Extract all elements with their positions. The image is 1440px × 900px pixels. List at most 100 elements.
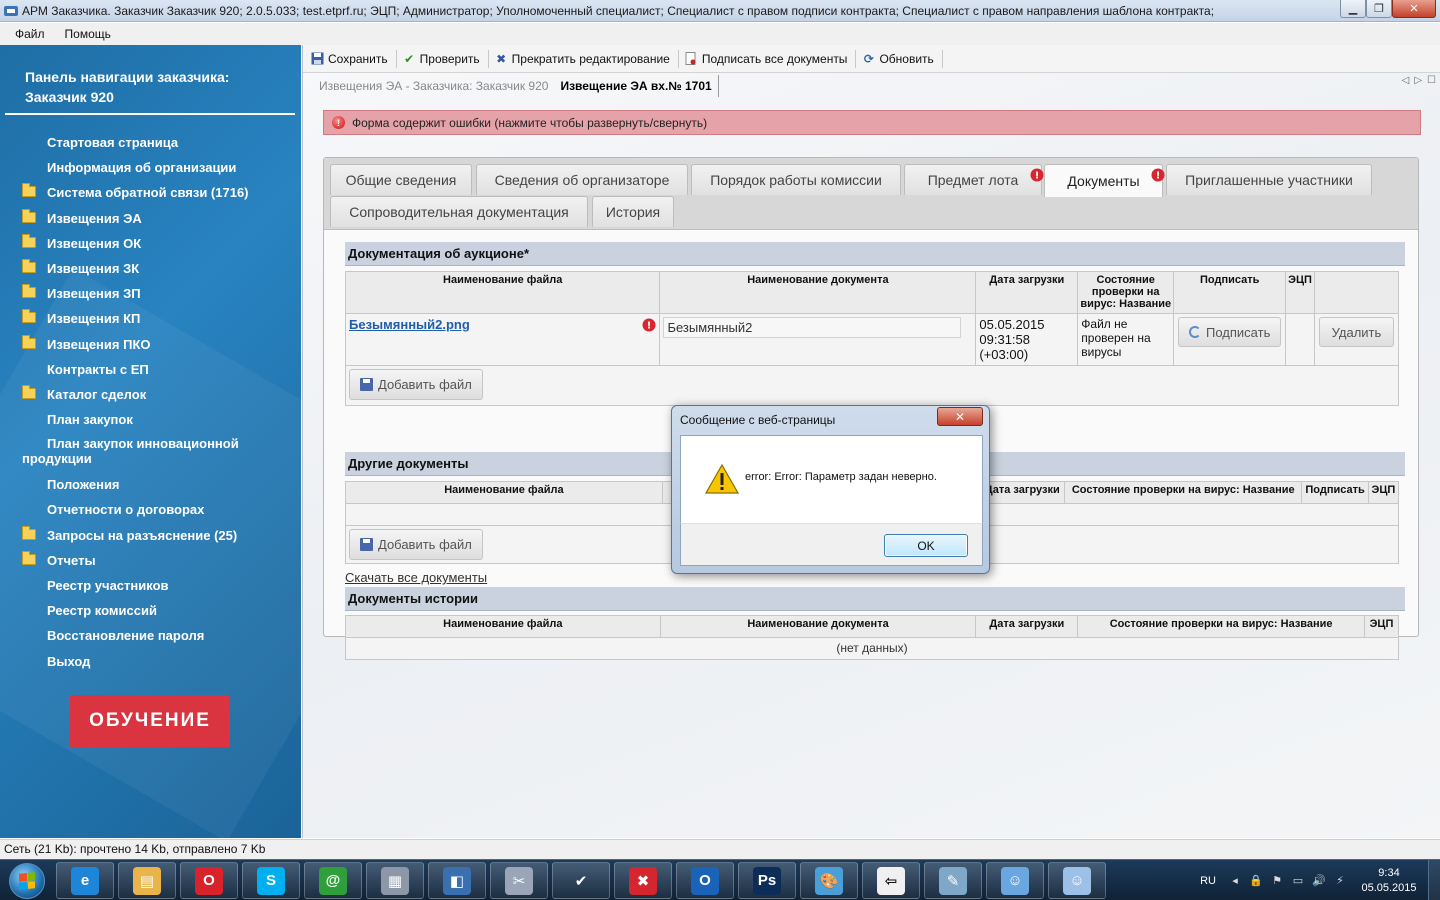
- nav-item[interactable]: Извещения ЭА: [0, 208, 301, 233]
- nav-item[interactable]: Положения: [0, 474, 301, 499]
- stop-edit-button[interactable]: ✖ Прекратить редактирование: [495, 49, 679, 68]
- nav-item[interactable]: Выход: [0, 651, 301, 676]
- tab-accompanying[interactable]: Сопроводительная документация: [330, 196, 588, 227]
- tab-general-label: Общие сведения: [345, 172, 457, 188]
- maximize-icon[interactable]: ❐: [1366, 0, 1392, 18]
- tab-scroll-left-icon[interactable]: ◁: [1402, 75, 1410, 86]
- taskbar-app-button[interactable]: O: [676, 862, 734, 899]
- taskbar-app-button[interactable]: ✎: [924, 862, 982, 899]
- flag-icon[interactable]: ⚑: [1270, 874, 1284, 888]
- volume-icon[interactable]: 🔊: [1312, 874, 1326, 888]
- nav-item[interactable]: Извещения ПКО: [0, 334, 301, 359]
- menu-file[interactable]: Файл: [15, 27, 45, 41]
- nav-item[interactable]: План закупок инновационной продукции: [0, 434, 301, 474]
- ok-button[interactable]: OK: [884, 534, 968, 557]
- taskbar-app-button[interactable]: @: [304, 862, 362, 899]
- nav-item[interactable]: Извещения ЗП: [0, 283, 301, 308]
- dialog-body: error: Error: Параметр задан неверно.: [680, 435, 983, 523]
- language-indicator[interactable]: RU: [1200, 875, 1216, 887]
- nav-item-label: План закупок инновационной продукции: [22, 436, 239, 467]
- save-label: Сохранить: [328, 51, 388, 66]
- network-tray-icon[interactable]: ⚡: [1333, 874, 1347, 888]
- taskbar-app-button[interactable]: O: [180, 862, 238, 899]
- disk-icon: [360, 538, 373, 551]
- folder-icon: [22, 525, 36, 540]
- tab-lot[interactable]: Предмет лота!: [904, 164, 1044, 195]
- nav-item[interactable]: Извещения ОК: [0, 233, 301, 258]
- save-button[interactable]: Сохранить: [311, 49, 397, 68]
- taskbar-app-button[interactable]: ✔: [552, 862, 610, 899]
- doc-tab-list[interactable]: Извещения ЭА - Заказчика: Заказчик 920: [313, 75, 554, 97]
- col-doc-name: Наименование документа: [659, 271, 977, 314]
- display-icon[interactable]: ▭: [1291, 874, 1305, 888]
- nav-item[interactable]: Каталог сделок: [0, 384, 301, 409]
- nav-item[interactable]: Реестр участников: [0, 575, 301, 600]
- start-button[interactable]: [2, 861, 52, 900]
- nav-item[interactable]: Стартовая страница: [0, 132, 301, 157]
- taskbar-app-button[interactable]: ✖: [614, 862, 672, 899]
- taskbar-app-button[interactable]: ✂: [490, 862, 548, 899]
- taskbar-app-button[interactable]: ☺: [986, 862, 1044, 899]
- minimize-icon[interactable]: ▁: [1340, 0, 1366, 18]
- file-link[interactable]: Безымянный2.png: [349, 317, 470, 332]
- taskbar-app-button[interactable]: 🎨: [800, 862, 858, 899]
- nav-item[interactable]: Отчетности о договорах: [0, 499, 301, 524]
- taskbar-app-button[interactable]: e: [56, 862, 114, 899]
- nav-item[interactable]: Реестр комиссий: [0, 600, 301, 625]
- close-icon[interactable]: ✕: [1392, 0, 1436, 18]
- stop-edit-label: Прекратить редактирование: [511, 51, 670, 66]
- nav-item-label: Система обратной связи (1716): [47, 185, 249, 201]
- internet-explorer-icon: e: [71, 866, 99, 895]
- add-file-button[interactable]: Добавить файл: [349, 529, 483, 560]
- tab-general[interactable]: Общие сведения: [330, 164, 472, 195]
- delete-button[interactable]: Удалить: [1318, 317, 1395, 347]
- lock-icon[interactable]: 🔒: [1249, 874, 1263, 888]
- nav-item[interactable]: Восстановление пароля: [0, 625, 301, 650]
- sign-button[interactable]: Подписать: [1178, 317, 1282, 347]
- taskbar-app-button[interactable]: ▤: [118, 862, 176, 899]
- tab-error-icon: !: [1151, 168, 1165, 182]
- taskbar-app-button[interactable]: Ps: [738, 862, 796, 899]
- nav-item[interactable]: Извещения КП: [0, 308, 301, 333]
- training-button[interactable]: ОБУЧЕНИЕ: [70, 695, 230, 747]
- menu-help[interactable]: Помощь: [65, 27, 111, 41]
- taskbar-app-button[interactable]: ☺: [1048, 862, 1106, 899]
- taskbar-app-button[interactable]: S: [242, 862, 300, 899]
- download-all-link[interactable]: Скачать все документы: [345, 570, 487, 585]
- tab-organizer[interactable]: Сведения об организаторе: [476, 164, 688, 195]
- taskbar-app-button[interactable]: ◧: [428, 862, 486, 899]
- nav-item[interactable]: Контракты с ЕП: [0, 359, 301, 384]
- taskbar-app-button[interactable]: ⇦: [862, 862, 920, 899]
- nav-item[interactable]: Информация об организации: [0, 157, 301, 182]
- nav-item[interactable]: Запросы на разъяснение (25): [0, 525, 301, 550]
- nav-item-label: Положения: [47, 477, 120, 493]
- add-file-button[interactable]: Добавить файл: [349, 369, 483, 400]
- sign-all-button[interactable]: Подписать все документы: [685, 49, 857, 68]
- show-desktop-button[interactable]: [1428, 860, 1440, 900]
- tab-documents[interactable]: Документы!: [1044, 164, 1165, 197]
- nav-item[interactable]: Извещения ЗК: [0, 258, 301, 283]
- check-button[interactable]: ✔ Проверить: [403, 49, 489, 68]
- tab-scroll-right-icon[interactable]: ▷: [1414, 75, 1422, 86]
- refresh-button[interactable]: ⟳ Обновить: [862, 49, 943, 68]
- nav-item[interactable]: Отчеты: [0, 550, 301, 575]
- doc-tab-notice[interactable]: Извещение ЭА вх.№ 1701: [554, 75, 719, 97]
- nav-item[interactable]: Система обратной связи (1716): [0, 182, 301, 207]
- tab-menu-icon[interactable]: ☐: [1427, 75, 1436, 86]
- cell-add-file: Добавить файл: [345, 365, 1399, 406]
- nav-item-label: Информация об организации: [47, 160, 237, 176]
- doc-name-input[interactable]: [663, 317, 962, 338]
- error-icon: !: [332, 116, 345, 129]
- tab-invited-label: Приглашенные участники: [1185, 172, 1353, 188]
- dialog-close-icon[interactable]: ✕: [937, 407, 983, 426]
- nav-item[interactable]: План закупок: [0, 409, 301, 434]
- tray-expand-icon[interactable]: ◂: [1228, 874, 1242, 888]
- clock[interactable]: 9:34 05.05.2015: [1354, 866, 1424, 896]
- taskbar-app-button[interactable]: ▦: [366, 862, 424, 899]
- cell-date: 05.05.2015 09:31:58 (+03:00): [975, 313, 1079, 366]
- tab-invited[interactable]: Приглашенные участники: [1166, 164, 1372, 195]
- tab-history[interactable]: История: [592, 196, 674, 227]
- dialog-message: error: Error: Параметр задан неверно.: [745, 471, 937, 483]
- form-error-bar[interactable]: ! Форма содержит ошибки (нажмите чтобы р…: [323, 110, 1421, 135]
- tab-commission[interactable]: Порядок работы комиссии: [691, 164, 901, 195]
